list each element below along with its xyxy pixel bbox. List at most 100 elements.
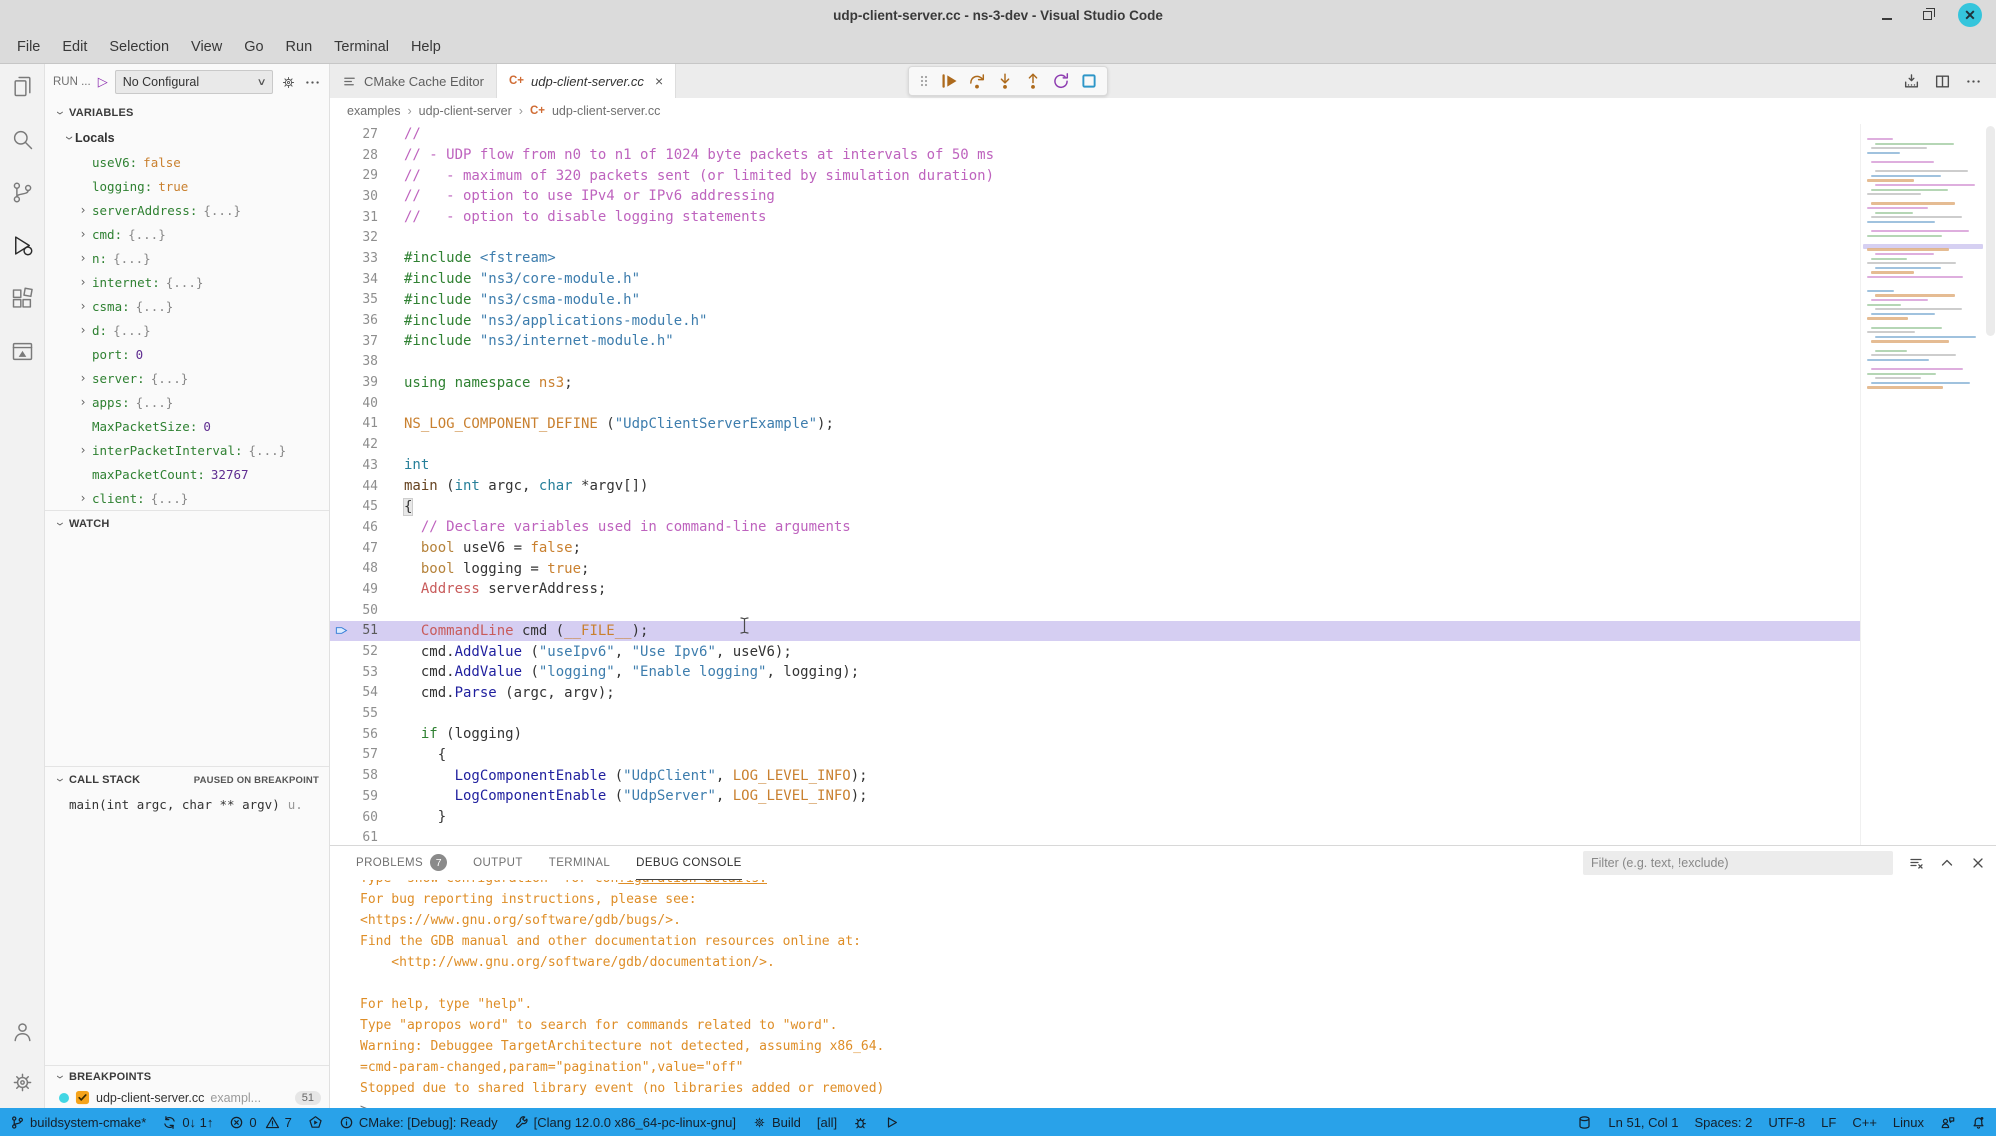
line-number[interactable]: 61 (352, 830, 378, 845)
line-number[interactable]: 46 (352, 520, 378, 535)
continue-button[interactable] (940, 72, 958, 90)
line-number[interactable]: 27 (352, 127, 378, 142)
line-number[interactable]: 40 (352, 396, 378, 411)
line-number[interactable]: 29 (352, 168, 378, 183)
line-number[interactable]: 48 (352, 561, 378, 576)
status-item[interactable] (1940, 1115, 1955, 1130)
status-item-7[interactable]: 7 (265, 1115, 292, 1130)
line-number[interactable]: 57 (352, 747, 378, 762)
variable-row[interactable]: MaxPacketSize:0 (45, 414, 329, 438)
status-item[interactable] (308, 1115, 323, 1130)
line-number[interactable]: 44 (352, 479, 378, 494)
line-number[interactable]: 37 (352, 334, 378, 349)
menu-item-view[interactable]: View (180, 35, 233, 59)
minimize-button[interactable] (1878, 6, 1896, 24)
variable-row[interactable]: ›csma:{...} (45, 294, 329, 318)
breakpoints-header[interactable]: › BREAKPOINTS (45, 1066, 329, 1088)
status-item-buildsystem-cmake[interactable]: buildsystem-cmake* (10, 1115, 146, 1130)
line-number[interactable]: 35 (352, 292, 378, 307)
search-icon[interactable] (9, 126, 36, 153)
variable-row[interactable]: port:0 (45, 342, 329, 366)
status-item-cmake-debug-ready[interactable]: CMake: [Debug]: Ready (339, 1115, 498, 1130)
code-editor[interactable]: 27//28// - UDP flow from n0 to n1 of 102… (330, 124, 1996, 845)
console-prompt[interactable]: > (360, 1099, 1996, 1108)
tab-udp-client-server[interactable]: C+ udp-client-server.cc × (497, 64, 676, 98)
variable-row[interactable]: ›server:{...} (45, 366, 329, 390)
menu-item-help[interactable]: Help (400, 35, 452, 59)
watch-header[interactable]: › WATCH (45, 511, 329, 537)
configure-gear-icon[interactable] (280, 74, 297, 91)
breadcrumb-item-file[interactable]: udp-client-server.cc (552, 104, 660, 118)
stack-frame-row[interactable]: main(int argc, char ** argv) u. (45, 793, 329, 812)
panel-tab-output[interactable]: OUTPUT (473, 846, 523, 880)
stop-button[interactable] (1080, 72, 1098, 90)
line-number[interactable]: 59 (352, 789, 378, 804)
status-item-linux[interactable]: Linux (1893, 1115, 1924, 1130)
locals-group[interactable]: › Locals (45, 126, 329, 150)
line-number[interactable]: 45 (352, 499, 378, 514)
run-task-tray-icon[interactable] (1903, 73, 1920, 90)
status-item[interactable] (1971, 1115, 1986, 1130)
status-item-utf-8[interactable]: UTF-8 (1768, 1115, 1805, 1130)
step-over-button[interactable] (968, 72, 986, 90)
status-item-ln-51-col-1[interactable]: Ln 51, Col 1 (1608, 1115, 1678, 1130)
variable-row[interactable]: ›d:{...} (45, 318, 329, 342)
variable-row[interactable]: logging:true (45, 174, 329, 198)
line-number[interactable]: 33 (352, 251, 378, 266)
line-number[interactable]: 52 (352, 644, 378, 659)
status-item[interactable] (1577, 1115, 1592, 1130)
panel-tab-debug-console[interactable]: DEBUG CONSOLE (636, 846, 742, 880)
line-number[interactable]: 36 (352, 313, 378, 328)
start-debug-icon[interactable]: ▷ (98, 74, 108, 90)
breakpoint-row[interactable]: udp-client-server.cc exampl... 51 (45, 1088, 329, 1105)
split-editor-icon[interactable] (1934, 73, 1951, 90)
line-number[interactable]: 28 (352, 148, 378, 163)
line-number[interactable]: 32 (352, 230, 378, 245)
debug-config-dropdown[interactable]: No Configural ∨ (115, 70, 273, 94)
menu-item-selection[interactable]: Selection (98, 35, 180, 59)
variable-row[interactable]: ›client:{...} (45, 486, 329, 510)
line-number[interactable]: 31 (352, 210, 378, 225)
menu-item-run[interactable]: Run (275, 35, 324, 59)
status-item-lf[interactable]: LF (1821, 1115, 1836, 1130)
line-number[interactable]: 42 (352, 437, 378, 452)
panel-tab-problems[interactable]: PROBLEMS7 (356, 846, 447, 880)
extensions-icon[interactable] (9, 285, 36, 312)
status-item-spaces-2[interactable]: Spaces: 2 (1695, 1115, 1753, 1130)
breadcrumb-item-folder[interactable]: udp-client-server (419, 104, 512, 118)
breadcrumb-item-examples[interactable]: examples (347, 104, 401, 118)
minimap[interactable] (1860, 124, 1985, 845)
line-number[interactable]: 30 (352, 189, 378, 204)
line-number[interactable]: 47 (352, 541, 378, 556)
line-number[interactable]: 50 (352, 603, 378, 618)
filter-input[interactable] (1591, 856, 1885, 870)
status-item-0[interactable]: 0 (229, 1115, 256, 1130)
more-actions-icon[interactable] (1965, 73, 1982, 90)
line-number[interactable]: 60 (352, 810, 378, 825)
status-item-0-1[interactable]: 0↓ 1↑ (162, 1115, 213, 1130)
menu-item-edit[interactable]: Edit (51, 35, 98, 59)
variable-row[interactable]: ›apps:{...} (45, 390, 329, 414)
account-icon[interactable] (9, 1018, 36, 1045)
breakpoint-checkbox[interactable] (75, 1090, 90, 1105)
variable-row[interactable]: ›n:{...} (45, 246, 329, 270)
line-number[interactable]: 51 (352, 623, 378, 638)
more-actions-icon[interactable] (304, 74, 321, 91)
step-out-button[interactable] (1024, 72, 1042, 90)
variable-row[interactable]: ›serverAddress:{...} (45, 198, 329, 222)
status-item[interactable] (853, 1115, 868, 1130)
step-into-button[interactable] (996, 72, 1014, 90)
panel-tab-terminal[interactable]: TERMINAL (549, 846, 610, 880)
status-item[interactable] (884, 1115, 899, 1130)
close-panel-icon[interactable] (1970, 855, 1986, 871)
editor-scrollbar[interactable] (1985, 124, 1996, 845)
status-item-clang-12-0-0-x86-64-pc-linux-gnu[interactable]: [Clang 12.0.0 x86_64-pc-linux-gnu] (514, 1115, 736, 1130)
line-number[interactable]: 56 (352, 727, 378, 742)
line-number[interactable]: 38 (352, 354, 378, 369)
line-number[interactable]: 49 (352, 582, 378, 597)
current-line-arrow-icon[interactable] (330, 623, 352, 638)
line-number[interactable]: 53 (352, 665, 378, 680)
status-item-build[interactable]: Build (752, 1115, 801, 1130)
variable-row[interactable]: maxPacketCount:32767 (45, 462, 329, 486)
variables-header[interactable]: › VARIABLES (45, 100, 329, 126)
